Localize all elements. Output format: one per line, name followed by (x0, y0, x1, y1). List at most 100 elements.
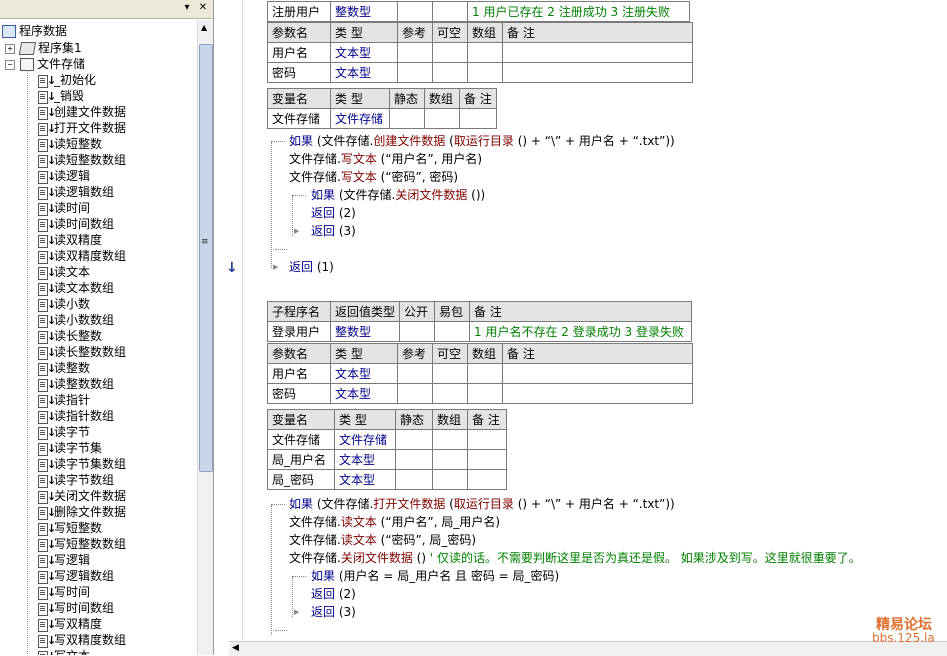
var-array-cell[interactable] (432, 469, 468, 490)
tree-view[interactable]: 程序数据 + 程序集1− 文件存储 ↓ _初始化 ↓ _销毁 ↓ 创建文件数据 ↓ 打开文件数据 ↓ 读短… (0, 20, 196, 655)
param-array-cell[interactable] (467, 62, 503, 83)
param-array-cell[interactable] (467, 363, 503, 384)
sub1-name-cell[interactable]: 注册用户 (267, 1, 331, 22)
tree-item-method[interactable]: ↓ 读逻辑 (38, 168, 90, 184)
tree-item-method[interactable]: ↓ 读指针数组 (38, 408, 114, 424)
tree-vertical-scrollbar[interactable]: ▲ ≡ (197, 20, 213, 655)
code-line[interactable]: 如果 (文件存储.关闭文件数据 ()) (311, 186, 485, 204)
scroll-up-arrow[interactable]: ▲ (201, 23, 207, 32)
tree-item-file-storage[interactable]: 文件存储 (20, 56, 85, 72)
tree-item-method[interactable]: ↓ 关闭文件数据 (38, 488, 126, 504)
code-line[interactable]: 返回 (1) (289, 258, 334, 276)
param-type-cell[interactable]: 文本型 (330, 383, 398, 404)
tree-item-method[interactable]: ↓ 读小数 (38, 296, 90, 312)
sub2-type-cell[interactable]: 整数型 (329, 321, 401, 342)
code-line[interactable]: 文件存储.写文本 (“密码”, 密码) (289, 168, 458, 186)
code-line[interactable]: 如果 (文件存储.打开文件数据 (取运行目录 () + “\” + 用户名 + … (289, 495, 675, 513)
param-note-cell[interactable] (502, 62, 693, 83)
code-editor[interactable]: 注册用户 整数型 1 用户已存在 2 注册成功 3 注册失败 参数名 类 型 参… (243, 0, 947, 640)
var-static-cell[interactable] (389, 108, 425, 129)
sub1-note-cell[interactable]: 1 用户已存在 2 注册成功 3 注册失败 (467, 1, 690, 22)
sub2-pack-cell[interactable] (434, 321, 471, 342)
param-nullable-cell[interactable] (432, 42, 468, 63)
tree-item-method[interactable]: ↓ 写短整数 (38, 520, 102, 536)
tree-item-method[interactable]: ↓ 读小数数组 (38, 312, 114, 328)
tree-item-method[interactable]: ↓ 读整数数组 (38, 376, 114, 392)
tree-item-method[interactable]: ↓ 创建文件数据 (38, 104, 126, 120)
code-line[interactable]: 返回 (3) (311, 222, 356, 240)
code-line[interactable]: 如果 (用户名 = 局_用户名 且 密码 = 局_密码) (311, 567, 559, 585)
var-array-cell[interactable] (424, 108, 460, 129)
sub2-public-cell[interactable] (399, 321, 436, 342)
tree-item-method[interactable]: ↓ 读长整数 (38, 328, 102, 344)
param-ref-cell[interactable] (397, 62, 433, 83)
tree-item-method[interactable]: ↓ 读双精度 (38, 232, 102, 248)
tree-item-method[interactable]: ↓ 写时间数组 (38, 600, 114, 616)
tree-item-method[interactable]: ↓ 读短整数数组 (38, 152, 126, 168)
tree-item-method[interactable]: ↓ 读逻辑数组 (38, 184, 114, 200)
tree-item-method[interactable]: ↓ _销毁 (38, 88, 84, 104)
sub1-type-cell[interactable]: 整数型 (330, 1, 398, 22)
tree-item-method[interactable]: ↓ 打开文件数据 (38, 120, 126, 136)
param-ref-cell[interactable] (397, 363, 433, 384)
param-ref-cell[interactable] (397, 42, 433, 63)
param-note-cell[interactable] (502, 383, 693, 404)
tree-item-method[interactable]: ↓ _初始化 (38, 72, 96, 88)
param-note-cell[interactable] (502, 42, 693, 63)
tree-item-method[interactable]: ↓ 读双精度数组 (38, 248, 126, 264)
var-name-cell[interactable]: 文件存储 (267, 429, 335, 450)
sub2-name-cell[interactable]: 登录用户 (267, 321, 331, 342)
param-array-cell[interactable] (467, 383, 503, 404)
tree-item-method[interactable]: ↓ 读字节数组 (38, 472, 114, 488)
tree-item-method[interactable]: ↓ 写逻辑 (38, 552, 90, 568)
sub2-note-cell[interactable]: 1 用户名不存在 2 登录成功 3 登录失败 (469, 321, 693, 342)
tree-item-method[interactable]: ↓ 读短整数 (38, 136, 102, 152)
param-note-cell[interactable] (502, 363, 693, 384)
var-note-cell[interactable] (467, 429, 507, 450)
param-type-cell[interactable]: 文本型 (330, 363, 398, 384)
tree-item-method[interactable]: ↓ 写双精度数组 (38, 632, 126, 648)
tree-root[interactable]: 程序数据 (2, 23, 67, 39)
code-line[interactable]: 文件存储.读文本 (“密码”, 局_密码) (289, 531, 476, 549)
var-static-cell[interactable] (395, 429, 433, 450)
param-name-cell[interactable]: 用户名 (267, 42, 331, 63)
param-nullable-cell[interactable] (432, 363, 468, 384)
var-type-cell[interactable]: 文本型 (334, 449, 396, 470)
var-static-cell[interactable] (395, 449, 433, 470)
var-array-cell[interactable] (432, 429, 468, 450)
var-type-cell[interactable]: 文件存储 (330, 108, 390, 129)
tree-item-assembly[interactable]: 程序集1 (18, 40, 82, 56)
scroll-left-arrow[interactable]: ◀ (232, 643, 239, 653)
var-type-cell[interactable]: 文本型 (334, 469, 396, 490)
code-line[interactable]: 文件存储.关闭文件数据 () ' 仅读的话。不需要判断这里是否为真还是假。 如果… (289, 549, 861, 567)
var-array-cell[interactable] (432, 449, 468, 470)
tree-item-method[interactable]: ↓ 写时间 (38, 584, 90, 600)
code-line[interactable]: 返回 (2) (311, 204, 356, 222)
param-name-cell[interactable]: 密码 (267, 383, 331, 404)
tree-item-method[interactable]: ↓ 删除文件数据 (38, 504, 126, 520)
tree-item-method[interactable]: ↓ 读字节集 (38, 440, 102, 456)
var-name-cell[interactable]: 文件存储 (267, 108, 331, 129)
var-type-cell[interactable]: 文件存储 (334, 429, 396, 450)
var-name-cell[interactable]: 局_用户名 (267, 449, 335, 470)
param-type-cell[interactable]: 文本型 (330, 42, 398, 63)
code-line[interactable]: 返回 (2) (311, 585, 356, 603)
code-line[interactable]: 如果 (文件存储.创建文件数据 (取运行目录 () + “\” + 用户名 + … (289, 132, 675, 150)
expand-icon[interactable]: + (5, 44, 15, 54)
tree-item-method[interactable]: ↓ 读文本数组 (38, 280, 114, 296)
sub1-pack-cell[interactable] (432, 1, 468, 22)
tree-item-method[interactable]: ↓ 读长整数数组 (38, 344, 126, 360)
tree-item-method[interactable]: ↓ 写逻辑数组 (38, 568, 114, 584)
var-static-cell[interactable] (395, 469, 433, 490)
var-note-cell[interactable] (467, 469, 507, 490)
tree-item-method[interactable]: ↓ 读时间 (38, 200, 90, 216)
code-line[interactable]: 文件存储.读文本 (“用户名”, 局_用户名) (289, 513, 500, 531)
tree-item-method[interactable]: ↓ 写双精度 (38, 616, 102, 632)
tree-item-method[interactable]: ↓写文本 (38, 648, 90, 655)
var-note-cell[interactable] (467, 449, 507, 470)
panel-close-button[interactable]: ✕ (197, 2, 209, 14)
var-note-cell[interactable] (459, 108, 497, 129)
tree-item-method[interactable]: ↓ 读指针 (38, 392, 90, 408)
scrollbar-thumb[interactable] (199, 44, 213, 472)
var-name-cell[interactable]: 局_密码 (267, 469, 335, 490)
